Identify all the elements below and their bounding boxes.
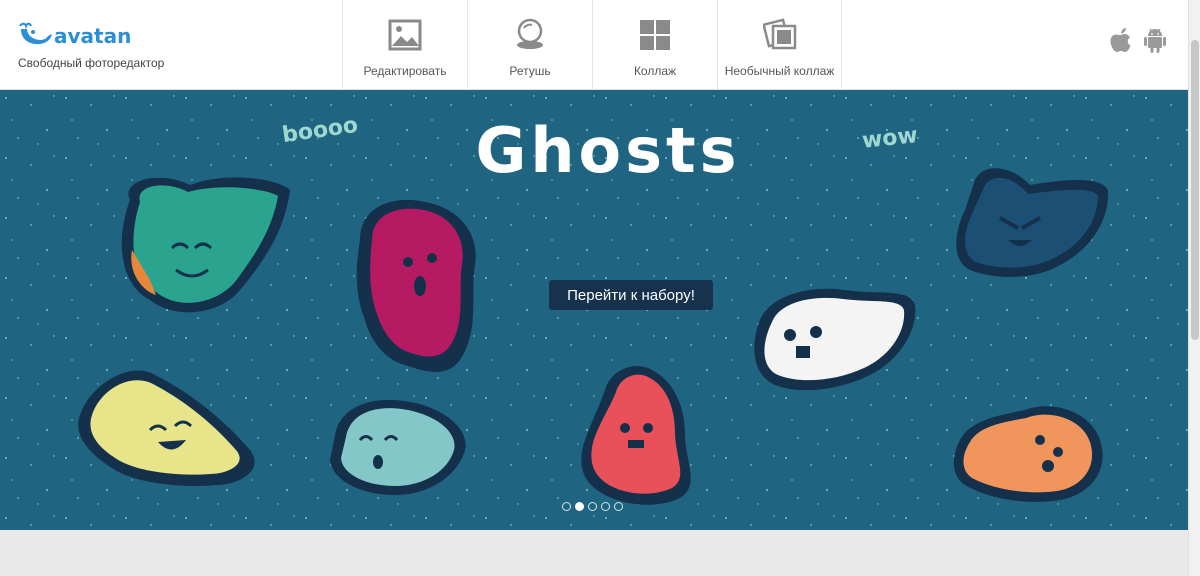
brand-tagline: Свободный фоторедактор: [18, 56, 165, 70]
carousel-dots: [562, 502, 623, 511]
carousel-dot-5[interactable]: [614, 502, 623, 511]
nav-label-retouch: Ретушь: [509, 64, 551, 78]
go-to-set-button[interactable]: Перейти к набору!: [549, 280, 713, 310]
android-icon[interactable]: [1142, 26, 1168, 54]
banner-title: Ghosts: [475, 114, 741, 187]
carousel-dot-3[interactable]: [588, 502, 597, 511]
compact-mirror-icon: [517, 18, 543, 49]
nav-label-collage: Коллаж: [633, 64, 677, 78]
nav-label-fancy-collage: Необычный коллаж: [724, 64, 835, 78]
nav-item-edit[interactable]: Редактировать: [343, 0, 468, 90]
header: avatan Свободный фоторедактор Редактиров…: [0, 0, 1188, 90]
brand-name: avatan: [54, 24, 130, 48]
main-nav: Редактировать Ретушь Коллаж Необычный ко…: [342, 0, 842, 90]
carousel-dot-4[interactable]: [601, 502, 610, 511]
stacked-photos-icon: [762, 18, 796, 50]
nav-item-collage[interactable]: Коллаж: [593, 0, 718, 90]
carousel-dot-2[interactable]: [575, 502, 584, 511]
scrollbar-thumb[interactable]: [1191, 40, 1199, 340]
image-icon: [388, 19, 422, 51]
promo-banner[interactable]: Ghosts boooo wow Перейти к набору!: [0, 90, 1188, 530]
page-scrollbar[interactable]: [1188, 0, 1200, 576]
platform-links: [1108, 26, 1168, 54]
nav-item-fancy-collage[interactable]: Необычный коллаж: [718, 0, 842, 90]
apple-icon[interactable]: [1108, 26, 1134, 54]
grid-icon: [640, 20, 670, 50]
nav-label-edit: Редактировать: [363, 64, 447, 78]
page-content-strip: [0, 530, 1188, 576]
carousel-dot-1[interactable]: [562, 502, 571, 511]
nav-item-retouch[interactable]: Ретушь: [468, 0, 593, 90]
logo[interactable]: avatan Свободный фоторедактор: [18, 20, 178, 70]
page: avatan Свободный фоторедактор Редактиров…: [0, 0, 1200, 576]
whale-logo-icon: avatan: [19, 22, 130, 48]
